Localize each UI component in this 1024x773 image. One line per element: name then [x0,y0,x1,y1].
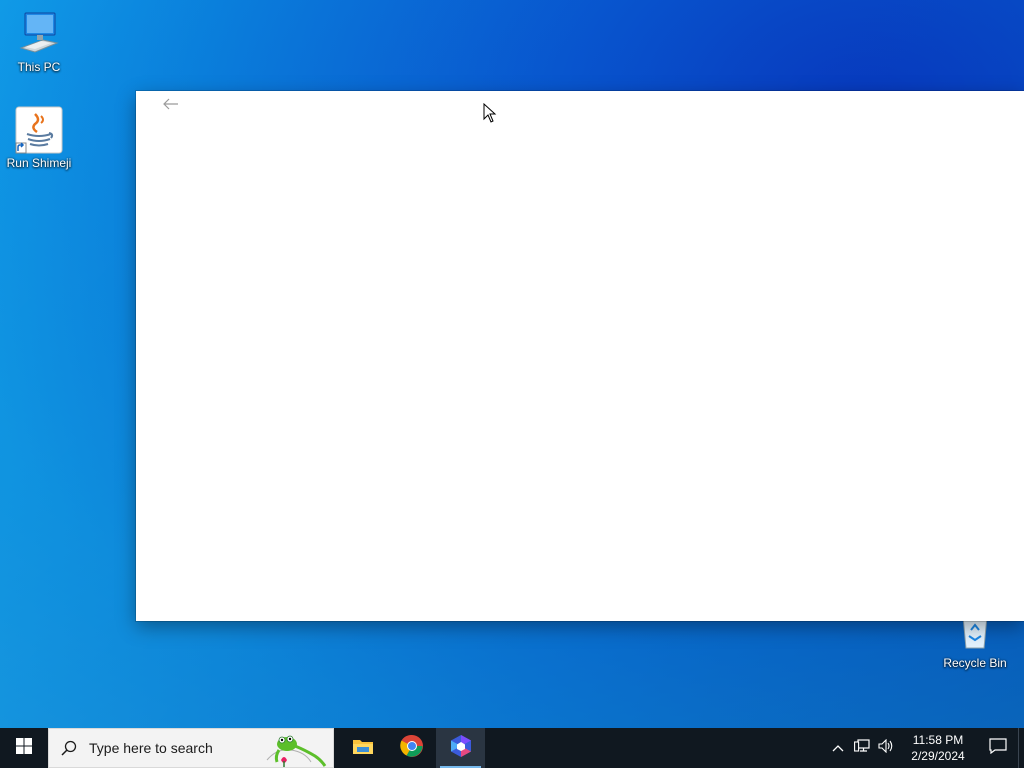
windows-logo-icon [16,737,32,759]
network-icon [854,738,870,758]
taskbar: Type here to search 11:58 PM 2/29/2024 [0,728,1024,768]
app-logo-icon [450,734,472,763]
this-pc-icon [15,10,63,58]
search-highlight-image[interactable] [265,730,329,768]
network-button[interactable] [850,728,874,768]
start-button[interactable] [0,728,48,768]
java-shortcut-icon [15,106,63,154]
show-hidden-icons-button[interactable] [826,728,850,768]
search-placeholder: Type here to search [89,740,213,756]
taskbar-app-chrome[interactable] [387,728,436,768]
clock-time: 11:58 PM [912,733,964,747]
chevron-up-icon [832,739,844,757]
desktop: This PC Run Shimeji Recycle Bin [0,0,1024,728]
desktop-icon-label: Run Shimeji [6,156,72,170]
search-box[interactable]: Type here to search [48,728,334,768]
clock[interactable]: 11:58 PM 2/29/2024 [898,732,978,764]
taskbar-app-file-explorer[interactable] [338,728,387,768]
volume-button[interactable] [874,728,898,768]
show-desktop-button[interactable] [1018,728,1024,768]
action-center-button[interactable] [978,728,1018,768]
file-explorer-icon [352,737,374,760]
desktop-icon-this-pc[interactable]: This PC [1,10,77,74]
taskbar-app-active[interactable] [436,728,485,768]
desktop-icon-label: This PC [17,60,61,74]
system-tray: 11:58 PM 2/29/2024 [826,728,1024,768]
clock-date: 2/29/2024 [911,749,965,763]
desktop-icon-run-shimeji[interactable]: Run Shimeji [1,106,77,170]
back-button[interactable] [156,94,186,118]
back-arrow-icon [163,97,179,115]
chrome-icon [399,734,424,763]
desktop-icon-label: Recycle Bin [943,656,1007,670]
mouse-cursor [483,102,497,123]
search-icon [49,728,89,768]
notification-icon [989,737,1007,759]
volume-icon [878,738,894,758]
app-window[interactable] [136,91,1024,621]
